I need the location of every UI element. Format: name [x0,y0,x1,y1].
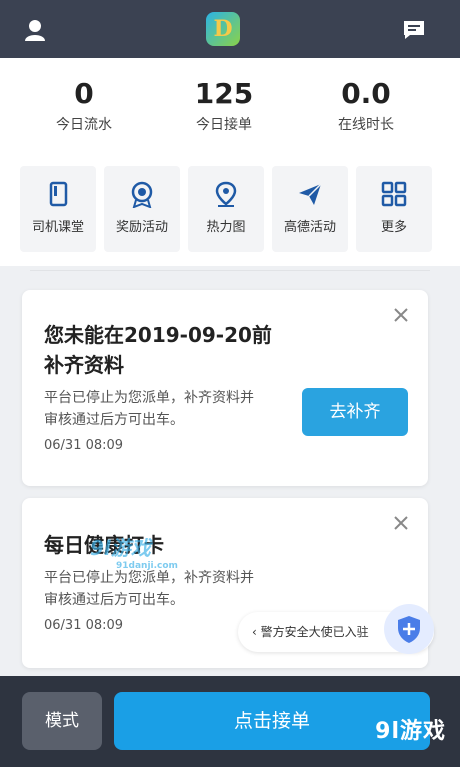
card-description: 平台已停止为您派单，补齐资料并 [44,570,254,586]
feature-menu: 司机课堂 奖励活动 热力图 高德活动 更多 [0,150,460,266]
menu-item-label: 高德活动 [283,220,336,235]
menu-item-label: 更多 [380,220,407,235]
notice-card-documents: 您未能在2019-09-20前 补齐资料 平台已停止为您派单，补齐资料并 审核通… [22,290,428,486]
stat-value: 0.0 [341,77,391,110]
close-icon[interactable] [392,514,410,532]
menu-item-label: 司机课堂 [31,220,84,235]
divider [30,270,430,271]
menu-item-amap-activity[interactable]: 高德活动 [272,166,348,252]
stat-online-time[interactable]: 0.0 在线时长 [306,78,426,134]
stat-value: 0 [74,77,94,110]
police-banner-text: 警方安全大使已入驻 [260,625,369,639]
mode-button[interactable]: 模式 [22,692,102,750]
stats-panel: 0 今日流水 125 今日接单 0.0 在线时长 [0,58,460,150]
menu-item-more[interactable]: 更多 [356,166,432,252]
stat-today-income[interactable]: 0 今日流水 [24,78,144,134]
shield-plus-icon [398,616,420,643]
book-icon [49,181,68,207]
stat-label: 今日接单 [196,117,252,133]
app-logo: D [206,12,240,46]
top-bar: D [0,0,460,58]
card-description-line2: 审核通过后方可出车。 [44,412,184,428]
watermark-brand-text: 9l游戏 [90,536,151,560]
stat-label: 今日流水 [56,117,112,133]
safety-shield-button[interactable] [384,604,434,654]
menu-item-label: 奖励活动 [115,220,168,235]
menu-item-heatmap[interactable]: 热力图 [188,166,264,252]
message-icon[interactable] [402,19,426,41]
card-timestamp: 06/31 08:09 [44,438,124,453]
menu-item-label: 热力图 [206,220,246,235]
close-icon[interactable] [392,306,410,324]
card-title-line2: 补齐资料 [44,353,124,377]
watermark-overlay: 9l游戏 91danji.com [90,532,178,571]
bottom-bar: 模式 点击接单 9l游戏 [0,676,460,767]
card-timestamp: 06/31 08:09 [44,618,124,633]
card-title: 您未能在2019-09-20前 [44,323,272,347]
paper-plane-icon [299,183,322,205]
card-description-line2: 审核通过后方可出车。 [44,592,184,608]
user-icon[interactable] [22,17,48,43]
stat-value: 125 [194,77,254,110]
location-pin-icon [215,181,237,207]
stat-label: 在线时长 [338,117,394,133]
complete-documents-button[interactable]: 去补齐 [302,388,408,436]
menu-item-rewards[interactable]: 奖励活动 [104,166,180,252]
logo-letter: D [213,16,233,42]
watermark-logo: 9l游戏 [375,719,446,744]
watermark-site-text: 91danji.com [116,561,178,571]
menu-item-driver-class[interactable]: 司机课堂 [20,166,96,252]
stat-today-orders[interactable]: 125 今日接单 [164,78,284,134]
grid-icon [381,181,407,207]
medal-icon [131,181,153,208]
card-description: 平台已停止为您派单，补齐资料并 [44,390,254,406]
